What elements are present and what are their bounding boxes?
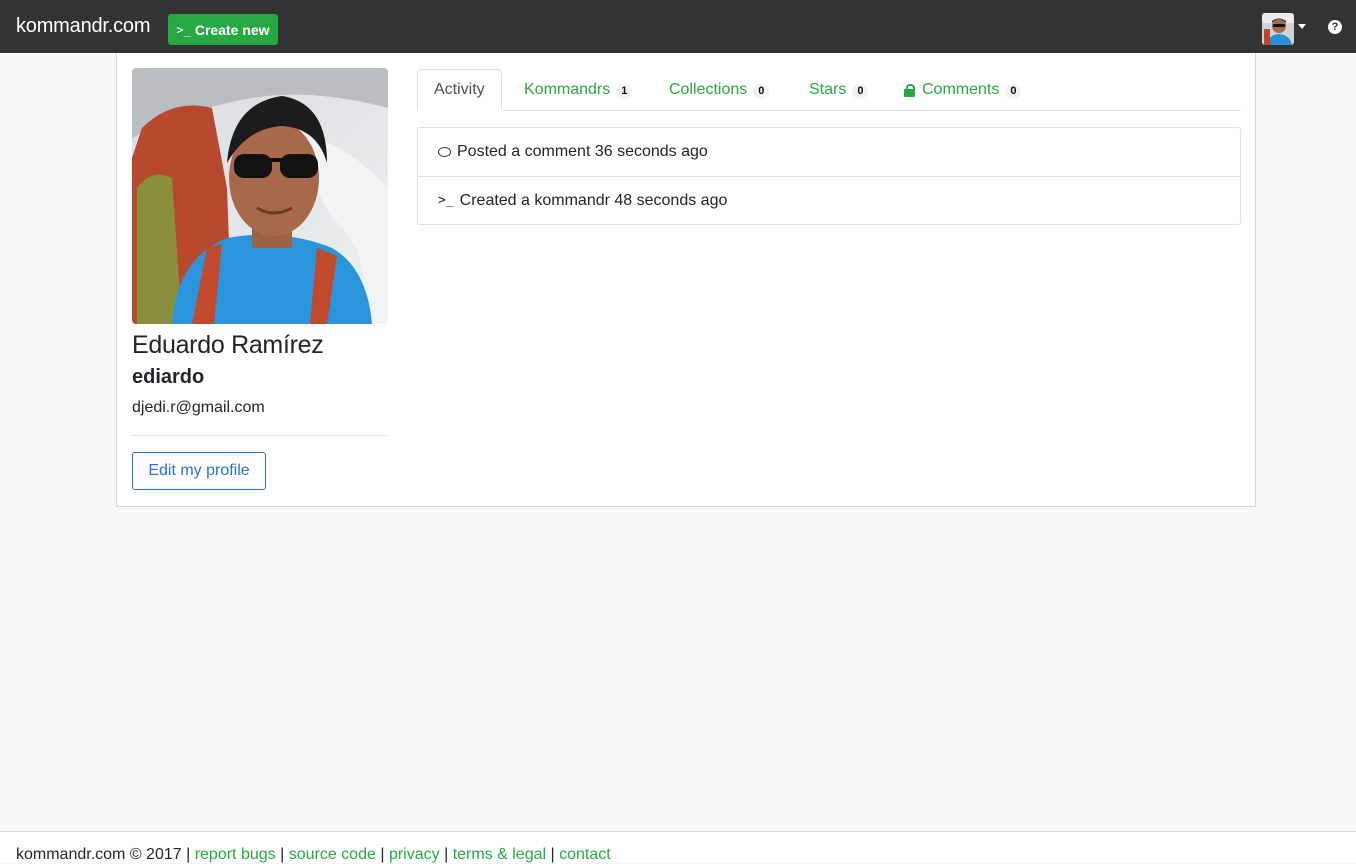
- tab-activity[interactable]: Activity: [417, 69, 502, 111]
- activity-list: Posted a comment 36 seconds ago >_ Creat…: [417, 127, 1241, 225]
- lock-icon: [904, 83, 915, 97]
- tab-comments[interactable]: Comments 0: [904, 69, 1022, 111]
- tab-count-badge: 0: [852, 84, 869, 99]
- comment-icon: [438, 147, 451, 157]
- list-item: >_ Created a kommandr 48 seconds ago: [418, 176, 1240, 224]
- footer-separator: |: [380, 846, 385, 863]
- chevron-down-icon[interactable]: [1298, 24, 1306, 29]
- tab-kommandrs[interactable]: Kommandrs 1: [524, 69, 633, 111]
- footer-separator: |: [550, 846, 555, 863]
- profile-divider: [132, 435, 387, 436]
- tab-label: Kommandrs: [524, 81, 611, 98]
- list-item: Posted a comment 36 seconds ago: [418, 128, 1240, 176]
- tab-label: Stars: [809, 81, 847, 98]
- footer-link-contact[interactable]: contact: [559, 846, 611, 863]
- activity-text: Posted a comment 36 seconds ago: [457, 143, 708, 160]
- terminal-prompt-icon: >_: [176, 22, 191, 37]
- footer-separator: |: [444, 846, 449, 863]
- question-circle-icon[interactable]: ?: [1328, 20, 1342, 34]
- profile-email: djedi.r@gmail.com: [132, 399, 265, 416]
- create-new-button[interactable]: >_ Create new: [168, 14, 278, 45]
- profile-username: ediardo: [132, 366, 205, 388]
- activity-text: Created a kommandr 48 seconds ago: [459, 191, 728, 209]
- tab-count-badge: 0: [1005, 84, 1022, 99]
- tab-count-badge: 1: [616, 84, 633, 99]
- footer-copyright: kommandr.com © 2017: [16, 846, 182, 863]
- page-footer: kommandr.com © 2017 | report bugs | sour…: [0, 831, 1356, 863]
- brand-logo[interactable]: kommandr.com: [16, 15, 151, 38]
- profile-full-name: Eduardo Ramírez: [132, 331, 324, 359]
- avatar-image: [1262, 13, 1294, 45]
- tab-stars[interactable]: Stars 0: [809, 69, 869, 111]
- footer-link-report-bugs[interactable]: report bugs: [195, 846, 276, 863]
- footer-link-privacy[interactable]: privacy: [389, 846, 440, 863]
- tab-count-badge: 0: [753, 84, 770, 99]
- footer-link-terms[interactable]: terms & legal: [453, 846, 546, 863]
- profile-container: Eduardo Ramírez ediardo djedi.r@gmail.co…: [116, 53, 1256, 507]
- terminal-icon: >_: [438, 193, 454, 208]
- user-avatar-menu[interactable]: [1262, 13, 1294, 45]
- footer-separator: |: [186, 846, 191, 863]
- footer-separator: |: [280, 846, 285, 863]
- top-navbar: kommandr.com >_ Create new ?: [0, 0, 1356, 53]
- edit-profile-button[interactable]: Edit my profile: [132, 452, 266, 490]
- profile-photo: [132, 68, 388, 324]
- tab-collections[interactable]: Collections 0: [669, 69, 770, 111]
- profile-tabs: Activity Kommandrs 1 Collections 0 Stars…: [417, 69, 1241, 111]
- create-new-label: Create new: [194, 21, 270, 38]
- tab-label: Collections: [669, 81, 748, 98]
- tab-label: Activity: [434, 81, 485, 98]
- profile-photo-image: [132, 68, 388, 324]
- tab-label: Comments: [922, 81, 1000, 98]
- footer-link-source-code[interactable]: source code: [289, 846, 376, 863]
